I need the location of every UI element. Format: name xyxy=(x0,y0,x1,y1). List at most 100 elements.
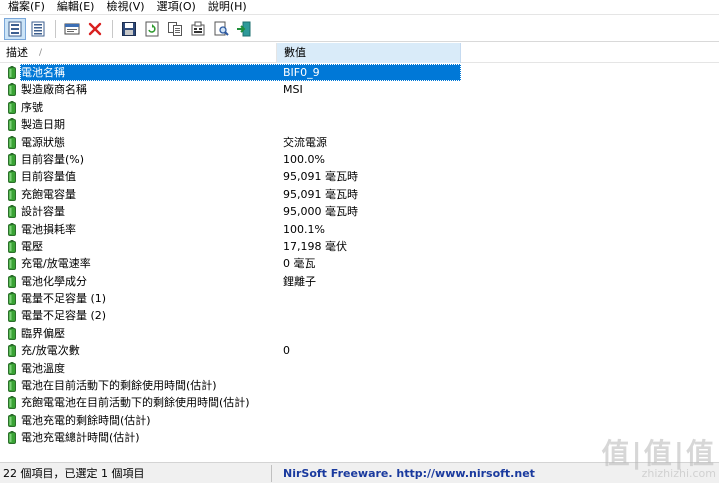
menu-item-1[interactable]: 編輯(E) xyxy=(51,0,101,14)
list-item[interactable]: 臨界偏壓 xyxy=(0,325,719,342)
save-button[interactable] xyxy=(118,18,140,40)
exit-icon xyxy=(237,21,251,36)
row-description: 電池損耗率 xyxy=(21,222,76,236)
row-description: 電池充電的剩餘時間(估計) xyxy=(21,413,151,427)
row-value: 17,198 毫伏 xyxy=(283,239,347,253)
list-item[interactable]: 設計容量 95,000 毫瓦時 xyxy=(0,203,719,220)
row-value: 鋰離子 xyxy=(283,274,316,288)
list-item[interactable]: 製造日期 xyxy=(0,116,719,133)
battery-icon xyxy=(8,100,16,114)
row-description: 充飽電容量 xyxy=(21,187,76,201)
row-description: 製造日期 xyxy=(21,118,65,132)
battery-icon xyxy=(8,361,16,375)
menu-item-3[interactable]: 選項(O) xyxy=(151,0,202,14)
delete-button[interactable] xyxy=(84,18,106,40)
list-item[interactable]: 目前容量(%) 100.0% xyxy=(0,151,719,168)
properties-icon xyxy=(191,21,205,35)
battery-icon xyxy=(8,66,16,79)
battery-icon xyxy=(8,326,16,340)
row-value: 0 xyxy=(283,344,290,358)
row-value: 0 毫瓦 xyxy=(283,257,316,271)
list-item[interactable]: 製造廠商名稱 MSI xyxy=(0,81,719,98)
row-description: 序號 xyxy=(21,100,43,114)
menu-item-2[interactable]: 檢視(V) xyxy=(100,0,150,14)
list-item[interactable]: 目前容量值 95,091 毫瓦時 xyxy=(0,168,719,185)
delete-icon xyxy=(88,22,102,35)
list-item[interactable]: 電池名稱 BIF0_9 xyxy=(0,64,719,81)
column-header-value-label: 數值 xyxy=(284,46,306,59)
battery-icon xyxy=(8,222,16,236)
exit-button[interactable] xyxy=(233,18,255,40)
battery-icon xyxy=(8,309,16,323)
row-description: 電壓 xyxy=(21,239,43,253)
list-item[interactable]: 電量不足容量 (2) xyxy=(0,307,719,324)
menu-bar: 檔案(F) 編輯(E) 檢視(V) 選項(O) 說明(H) xyxy=(0,0,719,15)
view-report-icon xyxy=(31,21,45,36)
list-item[interactable]: 充飽電容量 95,091 毫瓦時 xyxy=(0,186,719,203)
battery-icon xyxy=(8,118,16,132)
list-item[interactable]: 電源狀態 交流電源 xyxy=(0,134,719,151)
toolbar-separator xyxy=(112,19,113,38)
view-list-button[interactable] xyxy=(4,17,26,40)
list-item[interactable]: 電池溫度 xyxy=(0,360,719,377)
row-value: 交流電源 xyxy=(283,135,327,149)
sort-arrow-icon: / xyxy=(39,48,43,58)
row-description: 電量不足容量 (2) xyxy=(21,309,107,323)
nirsoft-credit-link[interactable]: NirSoft Freeware. http://www.nirsoft.net xyxy=(272,465,535,482)
save-icon xyxy=(122,21,136,36)
column-header-description-label: 描述 xyxy=(6,46,28,59)
battery-icon xyxy=(8,239,16,253)
list-item[interactable]: 電壓 17,198 毫伏 xyxy=(0,238,719,255)
list-item[interactable]: 電池充電總計時間(估計) xyxy=(0,429,719,446)
battery-icon xyxy=(8,344,16,358)
row-description: 充飽電電池在目前活動下的剩餘使用時間(估計) xyxy=(21,396,250,410)
column-header-description[interactable]: 描述 / xyxy=(0,43,277,63)
list-item[interactable]: 充電/放電速率 0 毫瓦 xyxy=(0,255,719,272)
battery-icon xyxy=(8,274,16,288)
battery-icon xyxy=(8,396,16,410)
row-description: 目前容量(%) xyxy=(21,152,85,166)
properties-window-button[interactable] xyxy=(61,18,83,40)
row-description: 充/放電次數 xyxy=(21,344,80,358)
properties-window-icon xyxy=(64,23,80,34)
list-item[interactable]: 電池損耗率 100.1% xyxy=(0,221,719,238)
battery-icon xyxy=(8,292,16,306)
view-report-button[interactable] xyxy=(27,18,49,40)
battery-icon xyxy=(8,83,16,97)
menu-item-0[interactable]: 檔案(F) xyxy=(2,0,51,14)
row-description: 設計容量 xyxy=(21,205,65,219)
row-value: 95,091 毫瓦時 xyxy=(283,170,358,184)
properties-button[interactable] xyxy=(187,18,209,40)
list-item[interactable]: 充/放電次數 0 xyxy=(0,342,719,359)
list-item[interactable]: 電池充電的剩餘時間(估計) xyxy=(0,412,719,429)
refresh-icon xyxy=(145,21,159,36)
list-header: 描述 / 數值 xyxy=(0,43,719,63)
row-value: 95,091 毫瓦時 xyxy=(283,187,358,201)
find-button[interactable] xyxy=(210,18,232,40)
battery-info-list[interactable]: 描述 / 數值 電池名稱 BIF0_9 製造廠商名稱 MSI 序號製造日期電源狀態 交流電… xyxy=(0,43,719,460)
row-value: 100.1% xyxy=(283,222,325,236)
view-list-icon xyxy=(8,21,22,36)
column-header-value[interactable]: 數值 xyxy=(277,43,461,63)
battery-icon xyxy=(8,135,16,149)
row-description: 電池溫度 xyxy=(21,361,65,375)
battery-icon xyxy=(8,413,16,427)
copy-button[interactable] xyxy=(164,18,186,40)
row-description: 臨界偏壓 xyxy=(21,326,65,340)
list-item[interactable]: 電池在目前活動下的剩餘使用時間(估計) xyxy=(0,377,719,394)
list-item[interactable]: 電池化學成分 鋰離子 xyxy=(0,273,719,290)
battery-icon xyxy=(8,187,16,201)
refresh-button[interactable] xyxy=(141,18,163,40)
battery-icon xyxy=(8,431,16,445)
list-item[interactable]: 充飽電電池在目前活動下的剩餘使用時間(估計) xyxy=(0,394,719,411)
copy-icon xyxy=(168,21,182,36)
row-value: MSI xyxy=(283,83,303,97)
list-item[interactable]: 序號 xyxy=(0,99,719,116)
status-bar: 22 個項目，已選定 1 個項目 NirSoft Freeware. http:… xyxy=(0,462,719,483)
list-item[interactable]: 電量不足容量 (1) xyxy=(0,290,719,307)
toolbar xyxy=(0,16,719,42)
status-items-count: 22 個項目，已選定 1 個項目 xyxy=(0,464,272,482)
menu-item-4[interactable]: 說明(H) xyxy=(202,0,253,14)
battery-icon xyxy=(8,257,16,271)
list-rows: 電池名稱 BIF0_9 製造廠商名稱 MSI 序號製造日期電源狀態 交流電源 目前容量(%)… xyxy=(0,64,719,447)
